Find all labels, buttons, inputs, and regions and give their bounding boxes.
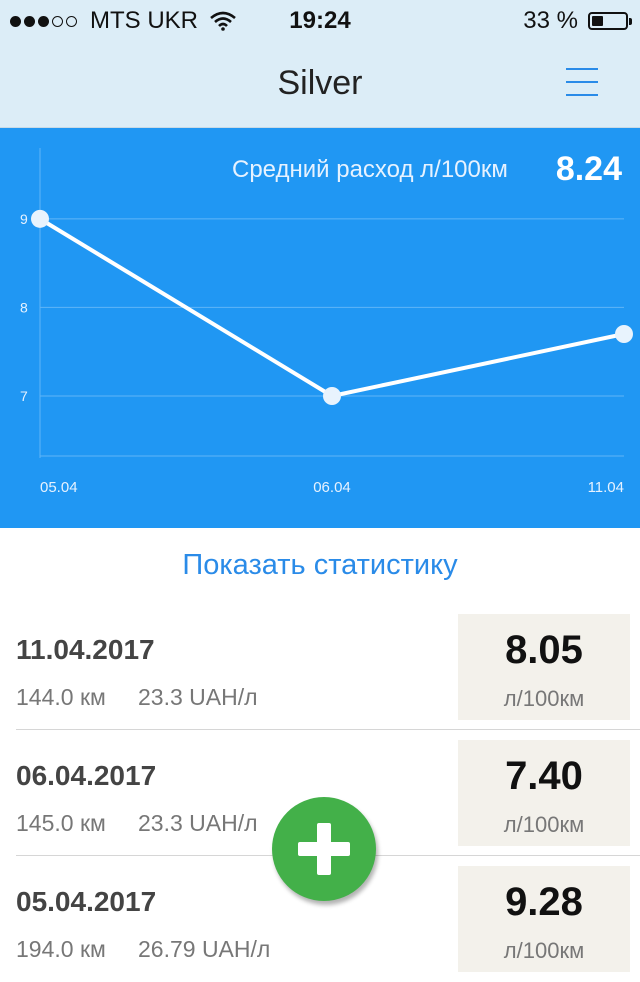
chart-y-tick-label: 7 xyxy=(20,388,28,404)
plus-icon xyxy=(317,823,331,875)
chart-x-tick-label: 06.04 xyxy=(313,479,351,496)
chart-y-tick-label: 8 xyxy=(20,299,28,315)
consumption-line-chart: 9 8 7 05.04 06.04 11.04 xyxy=(20,148,633,496)
hamburger-menu-icon[interactable] xyxy=(566,68,598,96)
entry-consumption-box: 8.05 л/100км xyxy=(458,614,630,720)
entry-consumption-value: 9.28 xyxy=(505,880,583,924)
entry-date: 05.04.2017 xyxy=(16,886,157,917)
entry-distance: 194.0 км xyxy=(16,936,106,962)
entry-consumption-unit: л/100км xyxy=(503,938,585,963)
nav-bar: Silver xyxy=(0,40,640,128)
status-bar: MTS UKR 19:24 33 % xyxy=(0,0,640,40)
entry-consumption-unit: л/100км xyxy=(503,686,585,711)
average-consumption-value: 8.24 xyxy=(555,150,622,188)
entry-date: 11.04.2017 xyxy=(16,634,155,665)
consumption-chart-panel: 9 8 7 05.04 06.04 11.04 Средний расход л/100к… xyxy=(0,128,640,528)
entry-distance: 144.0 км xyxy=(16,684,106,710)
battery-icon xyxy=(588,12,632,30)
add-entry-button[interactable] xyxy=(272,797,376,901)
chart-data-point xyxy=(615,325,633,343)
entry-fuel-price: 26.79 UAH/л xyxy=(138,936,271,962)
list-item[interactable]: 11.04.2017 144.0 км 23.3 UAH/л 8.05 л/10… xyxy=(0,604,640,730)
status-right: 33 % xyxy=(523,7,632,35)
chart-x-tick-label: 05.04 xyxy=(40,479,78,496)
entry-consumption-box: 7.40 л/100км xyxy=(458,740,630,846)
average-consumption-label: Средний расход л/100км xyxy=(232,156,508,183)
battery-percent: 33 % xyxy=(523,7,578,34)
entry-consumption-box: 9.28 л/100км xyxy=(458,866,630,972)
show-statistics-link[interactable]: Показать статистику xyxy=(0,549,640,582)
entry-consumption-unit: л/100км xyxy=(503,812,585,837)
entry-distance: 145.0 км xyxy=(16,810,106,836)
page-title: Silver xyxy=(277,64,363,102)
entry-date: 06.04.2017 xyxy=(16,760,157,791)
chart-data-point xyxy=(323,387,341,405)
entry-fuel-price: 23.3 UAH/л xyxy=(138,810,258,836)
entry-consumption-value: 8.05 xyxy=(505,628,583,672)
entry-consumption-value: 7.40 xyxy=(505,754,583,798)
chart-x-tick-label: 11.04 xyxy=(588,479,624,496)
entry-fuel-price: 23.3 UAH/л xyxy=(138,684,258,710)
chart-y-tick-label: 9 xyxy=(20,211,28,227)
chart-data-point xyxy=(31,209,49,228)
